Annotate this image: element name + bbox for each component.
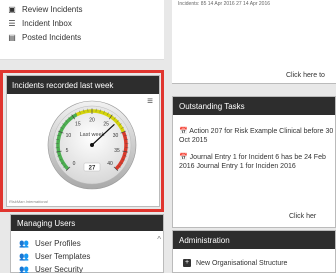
outstanding-tasks-panel: Outstanding Tasks 📅 Action 207 for Risk … [172, 96, 336, 228]
calendar-icon: 📅 [179, 154, 188, 161]
tick-label: 35 [114, 148, 120, 154]
tick-label: 40 [107, 161, 113, 167]
scroll-up-icon[interactable]: ^ [157, 235, 161, 244]
menu-item-label: Posted Incidents [22, 32, 82, 42]
users-icon: 👥 [19, 239, 29, 248]
user-profiles-link[interactable]: 👥 User Profiles [19, 239, 81, 248]
menu-item-incident-inbox[interactable]: ☰ Incident Inbox [8, 17, 72, 29]
user-templates-link[interactable]: 👥 User Templates [19, 252, 90, 261]
users-icon: 👥 [19, 265, 29, 273]
tick-label: 5 [66, 148, 69, 154]
menu-item-review-incidents[interactable]: ▣ Review Incidents [8, 3, 82, 15]
task-item[interactable]: 📅 Action 207 for Risk Example Clinical b… [179, 127, 335, 145]
administration-panel: Administration + New Organisational Stru… [172, 230, 336, 273]
tick-label: 30 [113, 133, 119, 139]
menu-item-posted-incidents[interactable]: ▤ Posted Incidents [8, 31, 81, 43]
click-here-link[interactable]: Click here to [286, 72, 325, 79]
list-item-label: User Templates [34, 252, 91, 261]
admin-item-label: New Organisational Structure [196, 259, 288, 267]
plus-icon: + [183, 259, 191, 267]
managing-users-title: Managing Users [11, 215, 163, 231]
tick-label: 0 [73, 161, 76, 167]
click-here-link[interactable]: Click her [289, 213, 316, 220]
gauge-value: 27 [89, 166, 96, 172]
tick-label: 20 [89, 117, 95, 123]
calendar-icon: 📅 [179, 128, 188, 135]
list-item-label: User Security [34, 265, 83, 273]
incidents-gauge: 0510152025303540 Last week 27 [47, 100, 137, 190]
tick-label: 15 [75, 122, 81, 128]
menu-item-label: Incident Inbox [22, 18, 72, 28]
task-text: Journal Entry 1 for Incident 6 has be 24… [179, 154, 326, 170]
review-icon: ▣ [8, 4, 16, 14]
gauge-hub [90, 143, 94, 147]
posted-icon: ▤ [8, 32, 16, 42]
task-item[interactable]: 📅 Journal Entry 1 for Incident 6 has be … [179, 153, 335, 171]
tick-label: 10 [66, 133, 72, 139]
left-menu: ▣ Review Incidents ☰ Incident Inbox ▤ Po… [0, 0, 164, 60]
tick-label: 25 [103, 122, 109, 128]
list-item-label: User Profiles [34, 239, 81, 248]
incidents-row: Incidents: 85 14 Apr 2016 27 14 Apr 2016 [178, 1, 271, 7]
widget-title: Incidents recorded last week [7, 76, 159, 94]
new-org-structure-link[interactable]: + New Organisational Structure [183, 259, 287, 267]
administration-title: Administration [173, 231, 335, 249]
gauge-widget: Incidents recorded last week ≡ 0 5 10 15 20 2… [6, 75, 160, 207]
user-security-link[interactable]: 👥 User Security [19, 265, 83, 273]
menu-icon[interactable]: ≡ [147, 96, 153, 107]
gauge-credit: RiskMan International [9, 199, 48, 204]
users-icon: 👥 [19, 252, 29, 261]
menu-item-label: Review Incidents [22, 4, 83, 14]
incidents-panel: Incidents: 85 14 Apr 2016 27 14 Apr 2016… [172, 0, 336, 84]
task-text: Action 207 for Risk Example Clinical bef… [179, 128, 334, 144]
tasks-title: Outstanding Tasks [173, 97, 335, 115]
list-icon: ☰ [8, 18, 16, 28]
managing-users-panel: Managing Users ^ 👥 User Profiles 👥 User … [10, 214, 164, 273]
